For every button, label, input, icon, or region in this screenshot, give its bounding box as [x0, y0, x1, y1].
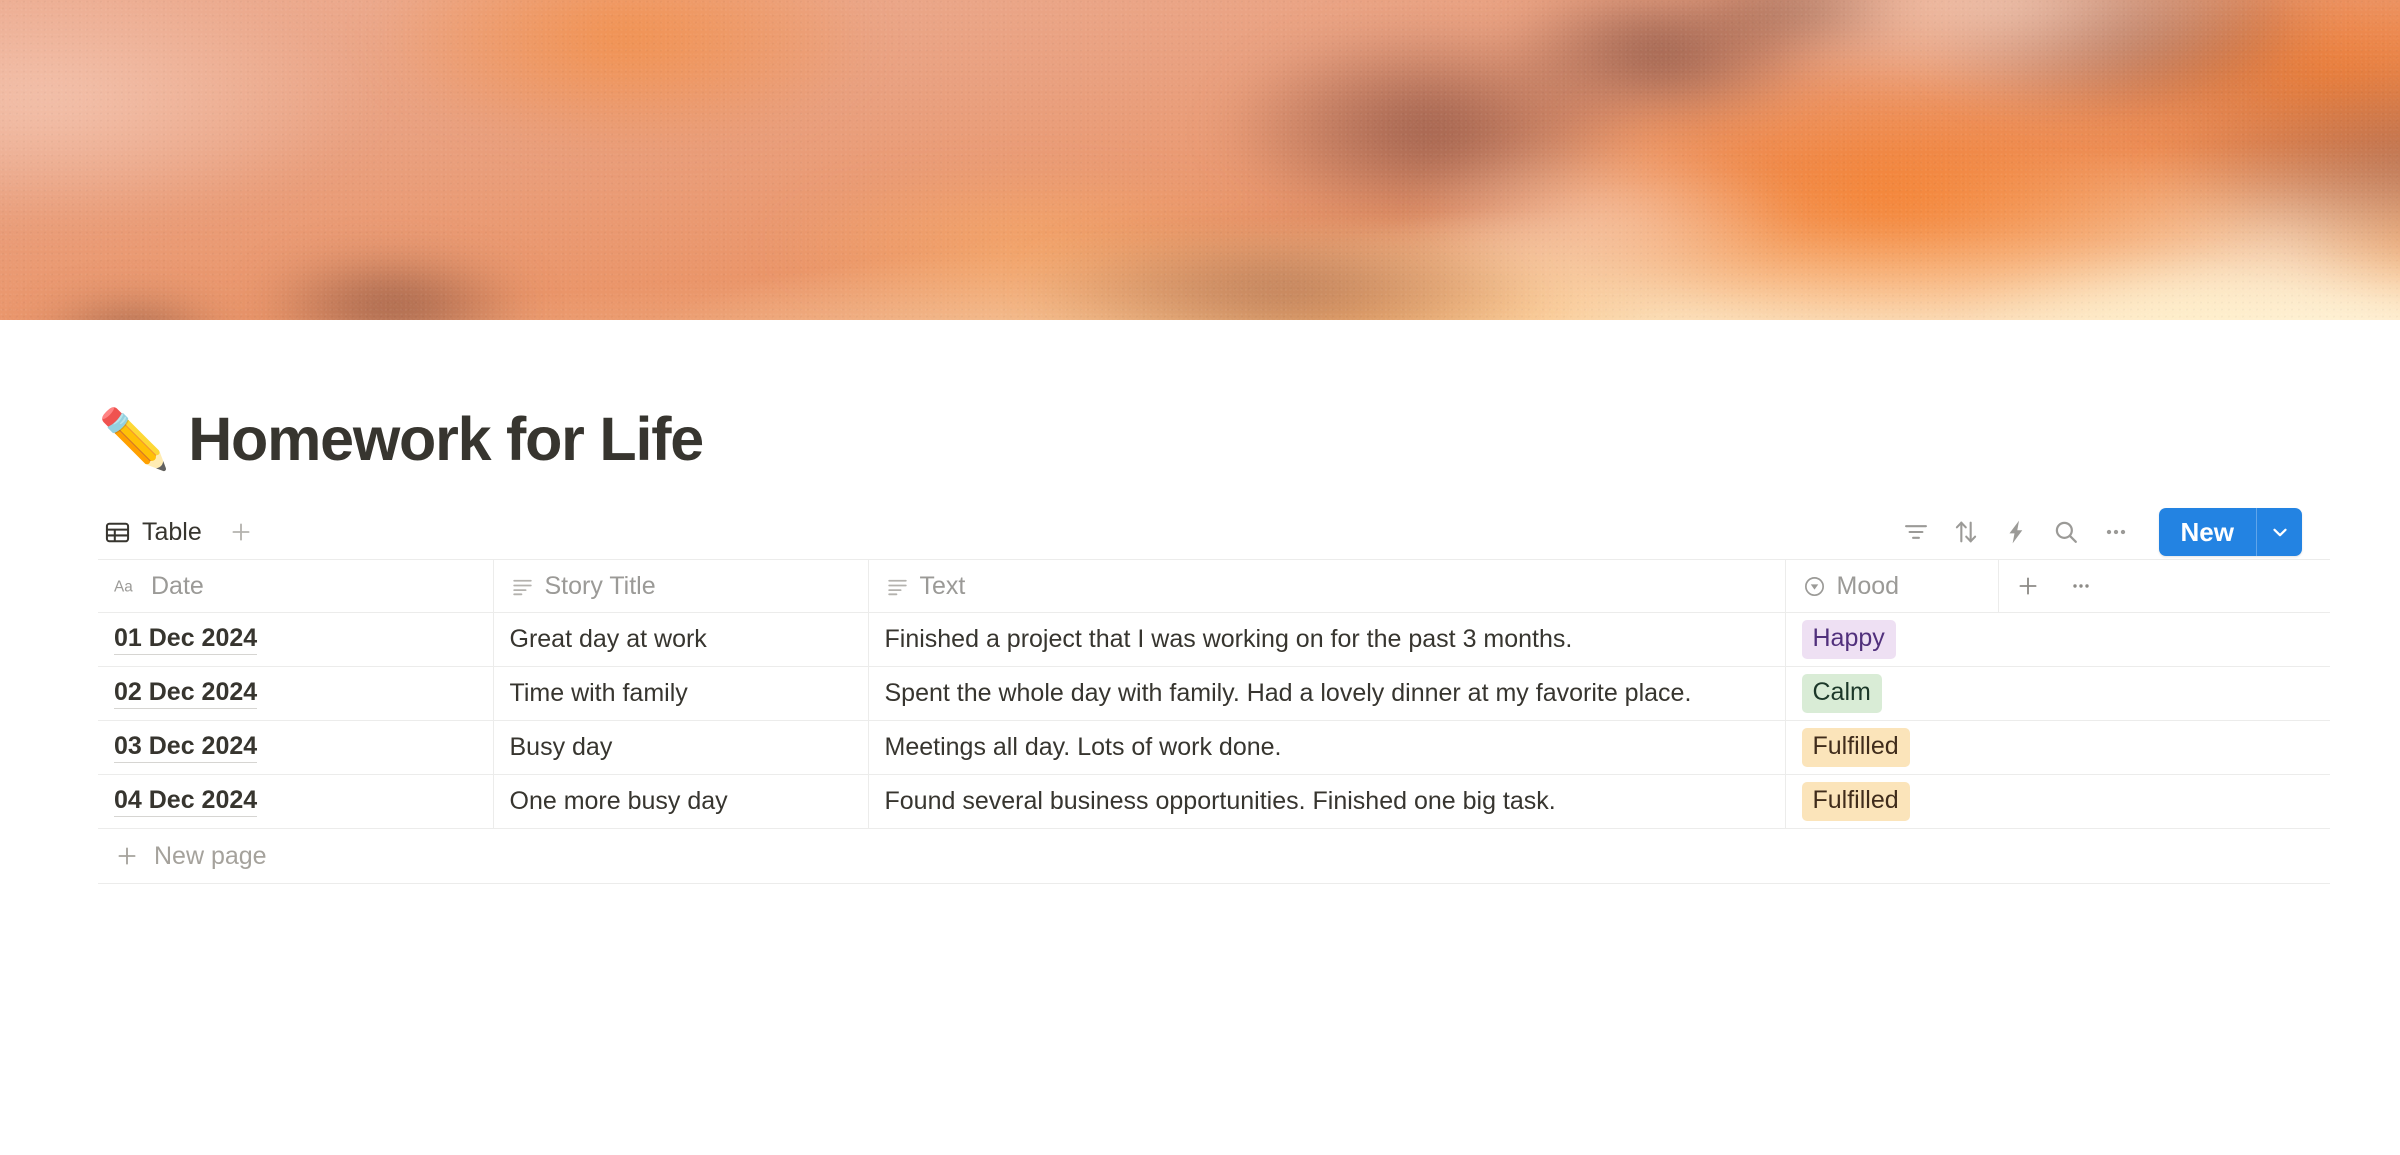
page-link-date[interactable]: 02 Dec 2024: [114, 678, 258, 710]
cell-trailing: [1998, 774, 2330, 830]
database-view-tabs: Table: [98, 512, 260, 553]
cell-trailing: [1998, 666, 2330, 722]
page-link-date[interactable]: 03 Dec 2024: [114, 732, 258, 764]
plus-icon: [114, 843, 140, 869]
ellipsis-icon: [2102, 518, 2130, 546]
filter-icon: [1902, 518, 1930, 546]
column-options-button[interactable]: [2069, 574, 2093, 598]
database-toolbar-actions: New: [1893, 508, 2302, 557]
column-header-label: Mood: [1836, 571, 1900, 600]
cell-trailing: [1998, 612, 2330, 668]
chevron-down-icon: [2268, 520, 2292, 544]
cell-date: 01 Dec 2024: [98, 612, 493, 668]
add-column-button[interactable]: [2015, 573, 2041, 599]
view-tab-label: Table: [142, 517, 202, 546]
search-icon: [2052, 518, 2080, 546]
cell-date: 03 Dec 2024: [98, 720, 493, 776]
table-row[interactable]: 02 Dec 2024 Time with family Spent the who…: [98, 666, 2330, 722]
mood-tag[interactable]: Calm: [1801, 674, 1882, 713]
page-content: ✏️ Homework for Life Table New Aa Date S…: [0, 320, 2400, 885]
mood-tag[interactable]: Fulfilled: [1801, 782, 1910, 821]
svg-text:Aa: Aa: [114, 578, 133, 595]
select-circle-icon: [1802, 574, 1827, 599]
column-header-label: Story Title: [544, 571, 656, 600]
text-lines-icon: [885, 574, 910, 599]
column-header-label: Text: [919, 571, 966, 600]
cell-text[interactable]: Found several business opportunities. Fi…: [867, 774, 1785, 830]
mood-tag[interactable]: Fulfilled: [1801, 728, 1910, 767]
database-toolbar: Table New: [98, 505, 2302, 559]
title-aa-icon: Aa: [114, 575, 141, 597]
cell-story-title[interactable]: Busy day: [492, 720, 868, 776]
automation-button[interactable]: [1993, 509, 2039, 555]
column-header-mood[interactable]: Mood: [1784, 559, 1998, 614]
column-header-text[interactable]: Text: [867, 559, 1785, 614]
cell-date: 02 Dec 2024: [98, 666, 493, 722]
column-header-story-title[interactable]: Story Title: [492, 559, 868, 614]
cell-mood[interactable]: Happy: [1784, 612, 1998, 668]
mood-tag[interactable]: Happy: [1801, 620, 1896, 659]
cell-text[interactable]: Spent the whole day with family. Had a l…: [867, 666, 1785, 722]
page-link-date[interactable]: 04 Dec 2024: [114, 786, 258, 818]
search-button[interactable]: [2043, 509, 2089, 555]
cell-text[interactable]: Finished a project that I was working on…: [867, 612, 1785, 668]
lightning-bolt-icon: [2002, 518, 2030, 546]
cover-grain-layer: [0, 0, 2400, 320]
table-row[interactable]: 04 Dec 2024 One more busy day Found severa…: [98, 774, 2330, 830]
sort-button[interactable]: [1943, 509, 1989, 555]
sort-arrows-icon: [1952, 518, 1980, 546]
new-button[interactable]: New: [2159, 508, 2256, 556]
cell-trailing: [1998, 720, 2330, 776]
table-body: 01 Dec 2024 Great day at work Finished a p…: [98, 612, 2330, 830]
new-dropdown-button[interactable]: [2256, 508, 2302, 557]
page-header: ✏️ Homework for Life: [98, 320, 2302, 473]
cell-date: 04 Dec 2024: [98, 774, 493, 830]
cell-story-title[interactable]: One more busy day: [492, 774, 868, 830]
new-button-group: New: [2158, 508, 2302, 557]
page-link-date[interactable]: 01 Dec 2024: [114, 624, 258, 656]
page-cover-image[interactable]: [0, 0, 2400, 320]
table-row[interactable]: 01 Dec 2024 Great day at work Finished a p…: [98, 612, 2330, 668]
filter-button[interactable]: [1893, 509, 1939, 555]
plus-icon: [228, 519, 254, 545]
cell-mood[interactable]: Fulfilled: [1784, 720, 1998, 776]
add-view-button[interactable]: [222, 513, 260, 551]
column-header-date[interactable]: Aa Date: [98, 559, 493, 614]
new-page-row[interactable]: New page: [98, 829, 2330, 885]
page-body: ✏️ Homework for Life Table New Aa Date S…: [0, 320, 2400, 885]
table-icon: [104, 519, 131, 546]
cell-story-title[interactable]: Time with family: [492, 666, 868, 722]
cell-mood[interactable]: Calm: [1784, 666, 1998, 722]
new-page-label: New page: [154, 841, 267, 870]
cell-mood[interactable]: Fulfilled: [1784, 774, 1998, 830]
view-tab-table[interactable]: Table: [98, 512, 208, 553]
text-lines-icon: [510, 574, 535, 599]
column-header-label: Date: [151, 571, 204, 600]
column-header-actions: [1997, 559, 2330, 614]
page-title[interactable]: Homework for Life: [188, 405, 704, 473]
table-row[interactable]: 03 Dec 2024 Busy day Meetings all day. Lot…: [98, 720, 2330, 776]
database-table: Aa Date Story Title Text Mood 01 Dec 202…: [98, 559, 2330, 830]
more-options-button[interactable]: [2093, 509, 2139, 555]
cell-text[interactable]: Meetings all day. Lots of work done.: [867, 720, 1785, 776]
cell-story-title[interactable]: Great day at work: [492, 612, 868, 668]
table-header-row: Aa Date Story Title Text Mood: [98, 559, 2330, 614]
page-icon-emoji[interactable]: ✏️: [98, 410, 170, 469]
